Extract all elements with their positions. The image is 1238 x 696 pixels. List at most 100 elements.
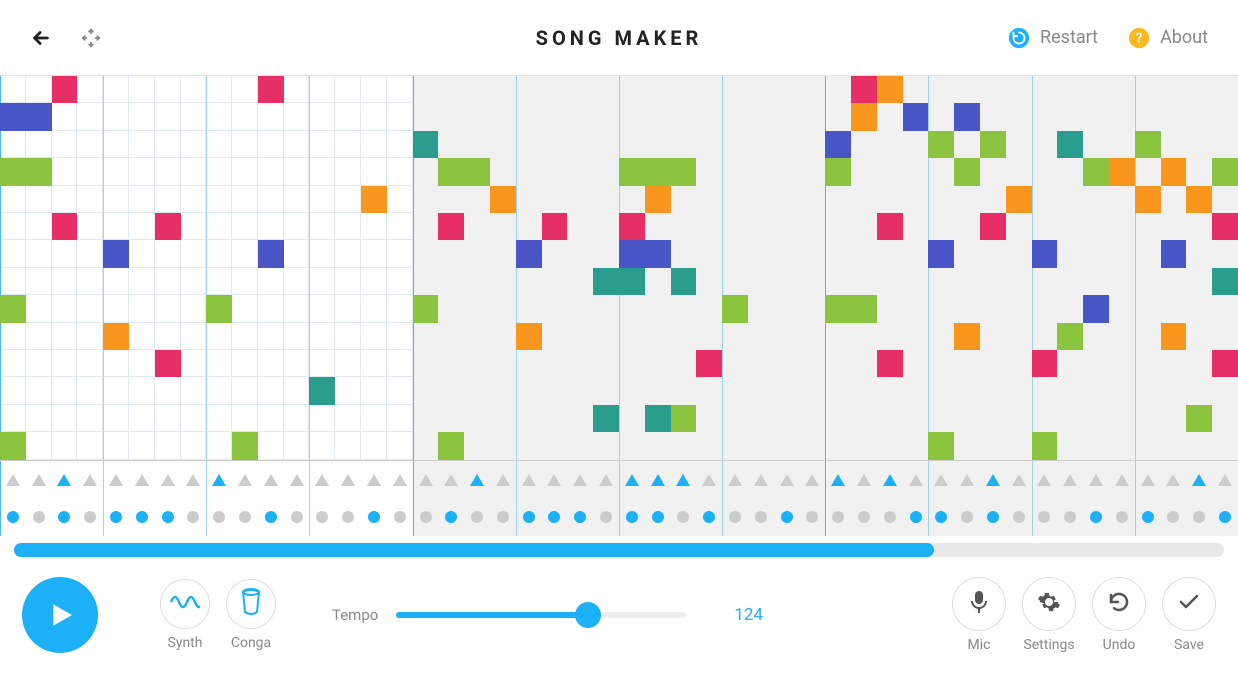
note-cell[interactable] bbox=[1212, 158, 1238, 185]
beat-cell[interactable] bbox=[1212, 461, 1238, 536]
beat-cell[interactable] bbox=[103, 461, 129, 536]
beat-cell[interactable] bbox=[1006, 461, 1032, 536]
beat-cell[interactable] bbox=[438, 461, 464, 536]
note-cell[interactable] bbox=[671, 405, 697, 432]
mic-button[interactable]: Mic bbox=[952, 577, 1006, 653]
note-cell[interactable] bbox=[877, 213, 903, 240]
note-cell[interactable] bbox=[825, 131, 851, 158]
note-cell[interactable] bbox=[645, 405, 671, 432]
beat-cell[interactable] bbox=[542, 461, 568, 536]
note-cell[interactable] bbox=[619, 213, 645, 240]
note-cell[interactable] bbox=[980, 131, 1006, 158]
note-cell[interactable] bbox=[877, 350, 903, 377]
beat-cell[interactable] bbox=[129, 461, 155, 536]
note-cell[interactable] bbox=[593, 268, 619, 295]
beat-cell[interactable] bbox=[0, 461, 26, 536]
note-cell[interactable] bbox=[258, 76, 284, 103]
instrument-melody-button[interactable]: Synth bbox=[160, 579, 210, 651]
note-cell[interactable] bbox=[309, 377, 335, 404]
note-cell[interactable] bbox=[645, 186, 671, 213]
note-cell[interactable] bbox=[619, 240, 645, 267]
beat-cell[interactable] bbox=[1186, 461, 1212, 536]
note-cell[interactable] bbox=[619, 158, 645, 185]
beat-cell[interactable] bbox=[774, 461, 800, 536]
note-cell[interactable] bbox=[516, 240, 542, 267]
note-cell[interactable] bbox=[26, 158, 52, 185]
restart-button[interactable]: Restart bbox=[1008, 27, 1098, 49]
note-cell[interactable] bbox=[413, 295, 439, 322]
note-cell[interactable] bbox=[851, 295, 877, 322]
note-cell[interactable] bbox=[1135, 186, 1161, 213]
note-cell[interactable] bbox=[1161, 240, 1187, 267]
note-cell[interactable] bbox=[928, 131, 954, 158]
beat-cell[interactable] bbox=[1135, 461, 1161, 536]
note-cell[interactable] bbox=[1006, 186, 1032, 213]
beat-cell[interactable] bbox=[309, 461, 335, 536]
note-cell[interactable] bbox=[954, 323, 980, 350]
note-cell[interactable] bbox=[0, 432, 26, 459]
note-cell[interactable] bbox=[155, 350, 181, 377]
beat-cell[interactable] bbox=[1032, 461, 1058, 536]
note-cell[interactable] bbox=[671, 158, 697, 185]
save-button[interactable]: Save bbox=[1162, 577, 1216, 653]
note-grid[interactable] bbox=[0, 76, 1238, 460]
note-cell[interactable] bbox=[1032, 240, 1058, 267]
beat-cell[interactable] bbox=[645, 461, 671, 536]
beat-cell[interactable] bbox=[799, 461, 825, 536]
note-cell[interactable] bbox=[464, 158, 490, 185]
note-cell[interactable] bbox=[851, 76, 877, 103]
beat-cell[interactable] bbox=[954, 461, 980, 536]
note-cell[interactable] bbox=[438, 213, 464, 240]
note-cell[interactable] bbox=[1083, 295, 1109, 322]
note-cell[interactable] bbox=[490, 186, 516, 213]
note-cell[interactable] bbox=[1186, 186, 1212, 213]
undo-button[interactable]: Undo bbox=[1092, 577, 1146, 653]
beat-cell[interactable] bbox=[1057, 461, 1083, 536]
instrument-rhythm-button[interactable]: Conga bbox=[226, 579, 276, 651]
note-cell[interactable] bbox=[825, 158, 851, 185]
note-cell[interactable] bbox=[52, 76, 78, 103]
beat-cell[interactable] bbox=[77, 461, 103, 536]
note-cell[interactable] bbox=[103, 240, 129, 267]
note-cell[interactable] bbox=[1057, 323, 1083, 350]
note-cell[interactable] bbox=[1135, 131, 1161, 158]
note-cell[interactable] bbox=[103, 323, 129, 350]
beat-cell[interactable] bbox=[206, 461, 232, 536]
note-cell[interactable] bbox=[0, 103, 26, 130]
note-cell[interactable] bbox=[1057, 131, 1083, 158]
beat-cell[interactable] bbox=[26, 461, 52, 536]
note-cell[interactable] bbox=[1032, 432, 1058, 459]
note-cell[interactable] bbox=[516, 323, 542, 350]
note-cell[interactable] bbox=[155, 213, 181, 240]
play-button[interactable] bbox=[22, 577, 98, 653]
beat-cell[interactable] bbox=[335, 461, 361, 536]
note-cell[interactable] bbox=[696, 350, 722, 377]
beat-cell[interactable] bbox=[387, 461, 413, 536]
note-cell[interactable] bbox=[851, 103, 877, 130]
beat-cell[interactable] bbox=[825, 461, 851, 536]
note-cell[interactable] bbox=[980, 213, 1006, 240]
note-cell[interactable] bbox=[258, 240, 284, 267]
note-cell[interactable] bbox=[1161, 158, 1187, 185]
note-cell[interactable] bbox=[903, 103, 929, 130]
beat-track[interactable] bbox=[0, 460, 1238, 536]
beat-cell[interactable] bbox=[696, 461, 722, 536]
note-cell[interactable] bbox=[438, 432, 464, 459]
note-cell[interactable] bbox=[1109, 158, 1135, 185]
beat-cell[interactable] bbox=[722, 461, 748, 536]
back-icon[interactable] bbox=[30, 27, 52, 49]
beat-cell[interactable] bbox=[155, 461, 181, 536]
note-cell[interactable] bbox=[0, 158, 26, 185]
beat-cell[interactable] bbox=[284, 461, 310, 536]
beat-cell[interactable] bbox=[516, 461, 542, 536]
beat-cell[interactable] bbox=[567, 461, 593, 536]
note-cell[interactable] bbox=[877, 76, 903, 103]
beat-cell[interactable] bbox=[877, 461, 903, 536]
beat-cell[interactable] bbox=[851, 461, 877, 536]
progress-bar[interactable] bbox=[14, 543, 1224, 557]
note-cell[interactable] bbox=[825, 295, 851, 322]
note-cell[interactable] bbox=[361, 186, 387, 213]
note-cell[interactable] bbox=[619, 268, 645, 295]
tempo-slider[interactable] bbox=[396, 612, 686, 618]
beat-cell[interactable] bbox=[671, 461, 697, 536]
